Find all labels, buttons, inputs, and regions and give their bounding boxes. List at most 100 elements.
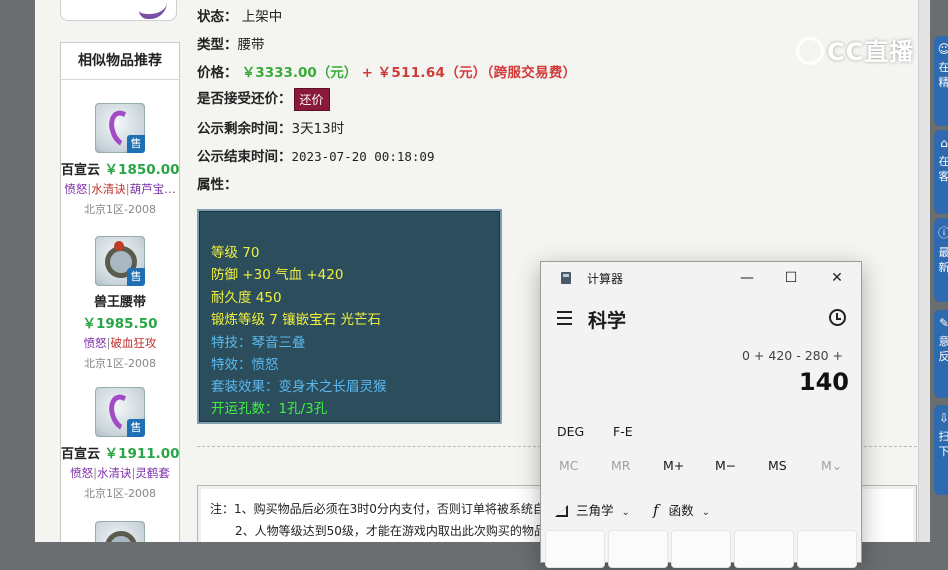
- attribute-box: 等级 70 防御 +30 气血 +420 耐久度 450 锻炼等级 7 镶嵌宝石…: [197, 209, 502, 424]
- edit-icon: ✎: [938, 316, 948, 330]
- calculator-window[interactable]: 计算器 — ☐ ✕ 科学 0 + 420 - 280 + 140 DEG F-E…: [540, 261, 862, 568]
- similar-item-price: ￥1850.00: [104, 162, 180, 178]
- similar-item-skills: 愤怒|水清诀|葫芦宝…: [64, 182, 176, 196]
- similar-item-server: 北京1区-2008: [84, 487, 156, 500]
- maximize-button[interactable]: ☐: [779, 267, 803, 289]
- attr-line: 耐久度 450: [211, 290, 282, 306]
- similar-item-name[interactable]: 兽王腰带: [94, 295, 146, 310]
- download-icon: ⇩: [938, 411, 948, 425]
- smile-icon: ☺: [937, 42, 948, 56]
- status-value: 上架中: [241, 9, 283, 25]
- similar-item[interactable]: 售 百宣云 ￥1911.00 愤怒|水清诀|灵鹤套 北京1区-2008: [61, 387, 180, 501]
- memory-list-button[interactable]: M⌄: [821, 458, 842, 473]
- triangle-icon: [555, 505, 568, 517]
- calculator-keypad: [541, 530, 861, 570]
- chevron-down-icon: ⌄: [621, 507, 630, 518]
- minimize-button[interactable]: —: [735, 267, 759, 289]
- deg-button[interactable]: DEG: [557, 424, 584, 439]
- skill-tag: 水清诀: [91, 182, 126, 196]
- belt-item-icon[interactable]: [95, 521, 145, 542]
- type-value: 腰带: [237, 37, 265, 53]
- function-dropdown[interactable]: f 函数 ⌄: [653, 500, 710, 519]
- home-icon: ⌂: [940, 136, 948, 150]
- calculator-function-row: 三角学 ⌄ f 函数 ⌄: [541, 498, 861, 522]
- rail-tab-online-service[interactable]: ☺ 在 精: [934, 36, 948, 126]
- ms-button[interactable]: MS: [768, 458, 787, 473]
- calculator-expression: 0 + 420 - 280 +: [742, 348, 843, 363]
- mr-button[interactable]: MR: [611, 458, 630, 473]
- calculator-display: 140: [798, 368, 849, 396]
- end-value: 2023-07-20 00:18:09: [291, 149, 435, 164]
- similar-item-name[interactable]: 百宣云: [61, 163, 100, 178]
- close-button[interactable]: ✕: [825, 267, 849, 289]
- price-main: ￥3333.00（元）: [241, 65, 358, 81]
- function-icon: f: [653, 501, 659, 519]
- price-row: 价格： ￥3333.00（元） + ￥511.64（元）（跨服交易费）: [197, 65, 577, 81]
- skill-tag: 愤怒: [64, 182, 88, 196]
- attr-line: 开运孔数：1孔/3孔: [211, 401, 328, 417]
- similar-item[interactable]: 售 兽王腰带 ￥1985.50 愤怒|破血狂攻 北京1区-2008: [61, 236, 179, 371]
- similar-items-panel: 相似物品推荐 售 百宣云 ￥1850.00 愤怒|水清诀|葫芦宝… 北京1区-2…: [60, 42, 180, 542]
- calculator-titlebar[interactable]: 计算器 — ☐ ✕: [541, 262, 861, 294]
- similar-items-title: 相似物品推荐: [61, 43, 179, 80]
- similar-item-name[interactable]: 百宣云: [61, 447, 100, 462]
- history-icon[interactable]: [829, 309, 846, 326]
- end-row: 公示结束时间：2023-07-20 00:18:09: [197, 149, 435, 165]
- rail-tab-download[interactable]: ⇩ 扫 下: [934, 405, 948, 495]
- skill-tag: 灵鹤套: [135, 466, 170, 480]
- rail-tab-feedback[interactable]: ✎ 意 反: [934, 310, 948, 398]
- similar-item[interactable]: [61, 521, 179, 542]
- calculator-title: 计算器: [587, 272, 624, 286]
- rail-tab-news[interactable]: ⓘ 最 新: [934, 218, 948, 302]
- calculator-key[interactable]: [797, 530, 857, 568]
- skill-tag: 葫芦宝…: [129, 182, 176, 196]
- sale-badge: 售: [127, 419, 145, 437]
- skill-tag: 水清诀: [97, 466, 132, 480]
- belt-item-icon[interactable]: 售: [95, 103, 145, 153]
- calculator-key[interactable]: [608, 530, 668, 568]
- price-plus: +: [361, 65, 374, 81]
- haggle-button[interactable]: 还价: [293, 87, 330, 111]
- attr-line: 防御 +30 气血 +420: [211, 267, 344, 283]
- calculator-memory-row: MC MR M+ M− MS M⌄: [541, 456, 861, 478]
- calculator-key[interactable]: [671, 530, 731, 568]
- skill-tag: 愤怒: [70, 466, 94, 480]
- calculator-key[interactable]: [545, 530, 605, 568]
- belt-item-icon[interactable]: 售: [95, 236, 145, 286]
- remain-row: 公示剩余时间：3天13时: [197, 121, 345, 137]
- rail-tab-customer[interactable]: ⌂ 在 客: [934, 130, 948, 214]
- info-icon: ⓘ: [937, 226, 948, 240]
- similar-item-price: ￥1985.50: [82, 316, 158, 332]
- item-thumbnail-card[interactable]: [60, 0, 177, 21]
- calculator-mode-bar: 科学: [541, 302, 861, 338]
- type-row: 类型：腰带: [197, 37, 265, 53]
- price-fee: ￥511.64（元）（跨服交易费）: [377, 65, 577, 81]
- sale-badge: 售: [127, 135, 145, 153]
- m-plus-button[interactable]: M+: [663, 458, 684, 473]
- m-minus-button[interactable]: M−: [715, 458, 736, 473]
- similar-item-price: ￥1911.00: [104, 446, 180, 462]
- skill-tag: 破血狂攻: [110, 336, 157, 350]
- notice-line: 2、人物等级达到50级，才能在游戏内取出此次购买的物品: [235, 524, 546, 538]
- fe-button[interactable]: F-E: [613, 424, 633, 439]
- similar-item[interactable]: 售 百宣云 ￥1850.00 愤怒|水清诀|葫芦宝… 北京1区-2008: [61, 103, 180, 217]
- remain-value: 3天13时: [291, 121, 345, 137]
- similar-item-server: 北京1区-2008: [84, 357, 156, 370]
- attr-line: 锻炼等级 7 镶嵌宝石 光芒石: [211, 312, 381, 328]
- attr-line: 等级 70: [211, 245, 260, 261]
- trigonometry-dropdown[interactable]: 三角学 ⌄: [555, 500, 630, 519]
- attr-line: 套装效果：变身术之长眉灵猴: [211, 379, 387, 395]
- haggle-row: 是否接受还价： 还价: [197, 87, 330, 111]
- calculator-mode-title: 科学: [588, 310, 627, 332]
- sale-badge: 售: [127, 268, 145, 286]
- attr-line: 特效：愤怒: [211, 357, 279, 373]
- calculator-key[interactable]: [734, 530, 794, 568]
- belt-item-icon[interactable]: 售: [95, 387, 145, 437]
- cc-live-watermark: CC直播: [796, 32, 914, 67]
- similar-item-skills: 愤怒|破血狂攻: [83, 336, 157, 350]
- menu-icon[interactable]: [557, 311, 572, 329]
- item-thumbnail-icon: [139, 2, 167, 19]
- mc-button[interactable]: MC: [559, 458, 579, 473]
- cc-logo-icon: [796, 37, 824, 65]
- calculator-angle-row: DEG F-E: [541, 424, 861, 446]
